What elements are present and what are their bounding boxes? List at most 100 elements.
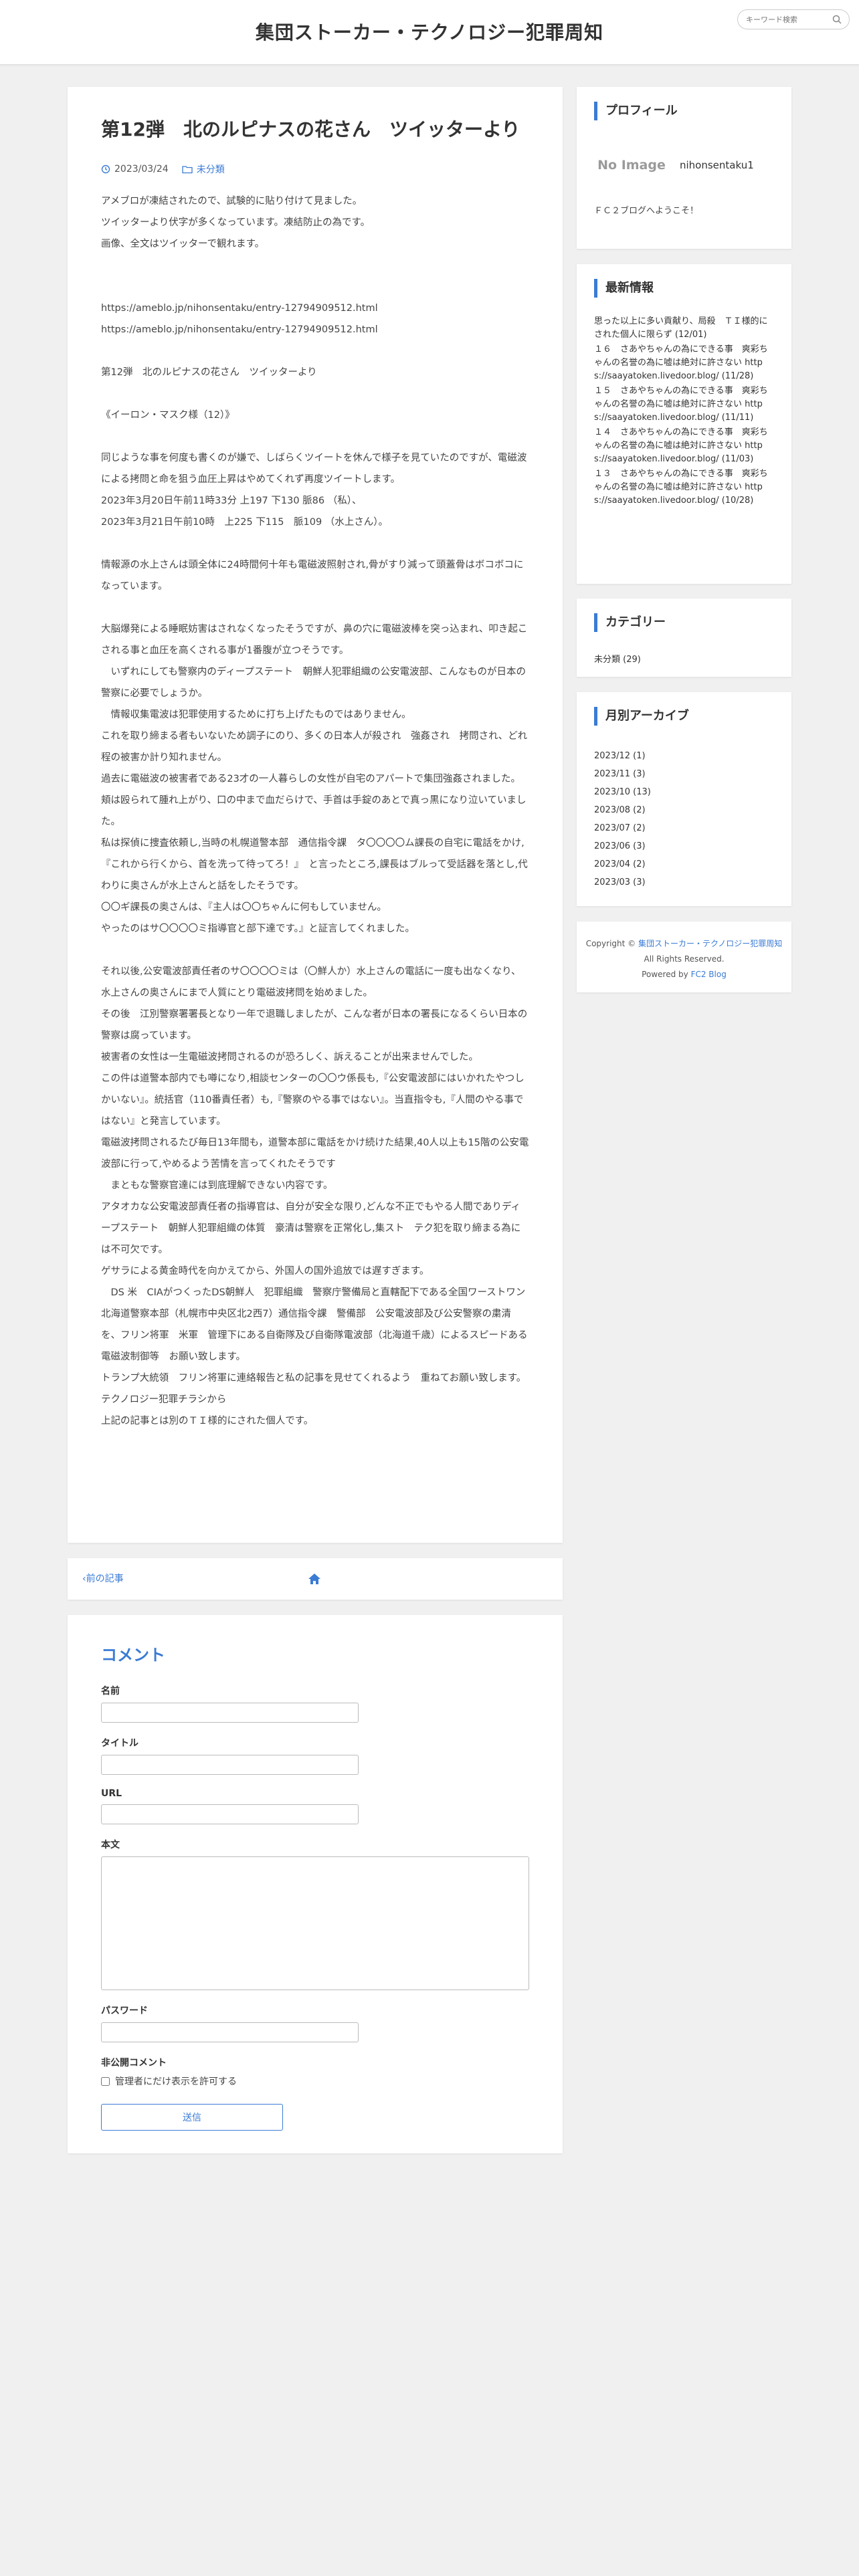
article-paragraph: [101, 340, 529, 362]
article-paragraph: [101, 533, 529, 554]
archive-item[interactable]: 2023/06 (3): [594, 837, 774, 855]
archive-item[interactable]: 2023/07 (2): [594, 819, 774, 837]
article-paragraph: 2023年3月21日午前10時 上225 下115 脈109 （水上さん）。: [101, 517, 389, 528]
copyright-link[interactable]: 集団ストーカー・テクノロジー犯罪周知: [638, 939, 782, 948]
archive-heading: 月別アーカイブ: [594, 707, 774, 726]
title-label: タイトル: [101, 1738, 138, 1749]
archive-item[interactable]: 2023/10 (13): [594, 783, 774, 801]
clock-icon: [101, 165, 110, 174]
search-icon[interactable]: [832, 14, 842, 25]
url-input[interactable]: [101, 1804, 359, 1824]
article-paragraph: ゲサラによる黄金時代を向かえてから、外国人の国外追放では遅すぎます。: [101, 1266, 430, 1277]
article-paragraph: トランプ大統領 フリン将軍に連絡報告と私の記事を見せてくれるよう 重ねてお願い致…: [101, 1373, 527, 1384]
article-body: アメブロが凍結されたので、試験的に貼り付けて見ました。 ツイッターより伏字が多くな…: [101, 191, 529, 1432]
archive-item[interactable]: 2023/03 (3): [594, 873, 774, 891]
secret-row: 管理者にだけ表示を許可する: [101, 2074, 529, 2088]
article-paragraph: 第12弾 北のルピナスの花さん ツイッターより: [101, 367, 317, 379]
profile-heading: プロフィール: [594, 102, 774, 120]
name-input[interactable]: [101, 1703, 359, 1723]
prev-article-link[interactable]: ‹前の記事: [82, 1558, 124, 1600]
archive-list: 2023/12 (1) 2023/11 (3) 2023/10 (13) 202…: [594, 747, 774, 891]
latest-item[interactable]: １６ さあやちゃんの為にできる事 爽彩ちゃんの名誉の為に嘘は絶対に許さない ht…: [594, 343, 774, 383]
article-paragraph: 電磁波拷問されるたび毎日13年間も，道警本部に電話をかけ続けた結果,40人以上も…: [101, 1138, 529, 1170]
article-paragraph: https://ameblo.jp/nihonsentaku/entry-127…: [101, 324, 378, 336]
prev-article-label[interactable]: 前の記事: [86, 1574, 124, 1584]
article-paragraph: 被害者の女性は一生電磁波拷問されるのが恐ろしく、訴えることが出来ませんでした。: [101, 1052, 478, 1063]
rights-text: All Rights Reserved.: [644, 954, 725, 964]
site-header: 集団ストーカー・テクノロジー犯罪周知: [0, 0, 859, 65]
article-paragraph: やったのはサ〇〇〇〇ミ指導官と部下達です。』と証言してくれました。: [101, 924, 415, 935]
category-card: カテゴリー 未分類 (29): [577, 599, 791, 677]
article-paragraph: [101, 940, 529, 961]
latest-list: 思った以上に多い貢献り、局殺 ＴＩ様的にされた個人に限らず (12/01) １６…: [594, 315, 774, 508]
latest-item[interactable]: １３ さあやちゃんの為にできる事 爽彩ちゃんの名誉の為に嘘は絶対に許さない ht…: [594, 467, 774, 508]
home-icon[interactable]: [307, 1572, 322, 1586]
article-paragraph: 画像、全文はツイッターで観れます。: [101, 239, 265, 250]
password-input[interactable]: [101, 2022, 359, 2042]
article-paragraph: [101, 276, 529, 298]
article-paragraph: まともな警察官達には到底理解できない内容です。: [101, 1180, 333, 1192]
latest-item[interactable]: １５ さあやちゃんの為にできる事 爽彩ちゃんの名誉の為に嘘は絶対に許さない ht…: [594, 385, 774, 425]
article-paragraph: https://ameblo.jp/nihonsentaku/entry-127…: [101, 303, 378, 314]
name-label: 名前: [101, 1686, 120, 1697]
search-input[interactable]: [746, 13, 826, 25]
article-paragraph: それ以後,公安電波部責任者のサ〇〇〇〇ミは（〇鮮人か）水上さんの電話に一度も出な…: [101, 966, 521, 999]
latest-item[interactable]: 思った以上に多い貢献り、局殺 ＴＩ様的にされた個人に限らず (12/01): [594, 315, 774, 342]
copyright-prefix: Copyright ©: [585, 939, 636, 948]
article-paragraph: ツイッターより伏字が多くなっています。凍結防止の為です。: [101, 217, 371, 229]
category-item[interactable]: 未分類 (29): [594, 652, 774, 665]
article-paragraph: この件は道警本部内でも噂になり,相談センターの〇〇ウ係長も,『公安電波部にはいか…: [101, 1073, 524, 1128]
site-title[interactable]: 集団ストーカー・テクノロジー犯罪周知: [0, 0, 859, 65]
article-category[interactable]: 未分類: [182, 163, 225, 176]
search-box[interactable]: [737, 9, 850, 29]
submit-button[interactable]: 送信: [101, 2104, 283, 2131]
article-paragraph: これを取り締まる者もいないため調子にのり、多くの日本人が殺され 強姦され 拷問さ…: [101, 731, 528, 764]
article-paragraph: 2023年3月20日午前11時33分 上197 下130 脈86 （私）、: [101, 496, 362, 507]
article-paragraph: 大脳爆発による睡眠妨害はされなくなったそうですが、鼻の穴に電磁波棒を突っ込まれ、…: [101, 624, 528, 657]
article-paragraph: DS 米 CIAがつくったDS朝鮮人 犯罪組織 警察庁警備局と直轄配下である全国…: [101, 1287, 528, 1363]
article-paragraph: アタオカな公安電波部責任者の指導官は、自分が安全な限り,どんな不正でもやる人間で…: [101, 1202, 521, 1256]
secret-label: 非公開コメント: [101, 2058, 167, 2068]
body-label: 本文: [101, 1840, 120, 1850]
article-paragraph: アメブロが凍結されたので、試験的に貼り付けて見ました。: [101, 196, 363, 207]
article-paragraph: 同じような事を何度も書くのが嫌で、しばらくツイートを休んで様子を見ていたのですが…: [101, 453, 527, 486]
article-title: 第12弾 北のルピナスの花さん ツイッターより: [101, 118, 520, 140]
profile-card: プロフィール No Image nihonsentaku1 ＦＣ２ブログへようこ…: [577, 87, 791, 249]
archive-item[interactable]: 2023/11 (3): [594, 765, 774, 783]
article-meta: 2023/03/24 未分類: [101, 163, 529, 176]
article-paragraph: いずれにしても警察内のディープステート 朝鮮人犯罪組織の公安電波部、こんなものが…: [101, 667, 526, 700]
article-paragraph: 過去に電磁波の被害者である23才の一人暮らしの女性が自宅のアパートで集団強姦され…: [101, 774, 521, 785]
archive-card: 月別アーカイブ 2023/12 (1) 2023/11 (3) 2023/10 …: [577, 692, 791, 906]
pager: ‹前の記事: [68, 1558, 563, 1600]
article-date: 2023/03/24: [114, 164, 169, 175]
password-label: パスワード: [101, 2006, 148, 2016]
body-textarea[interactable]: [101, 1856, 529, 1990]
article-paragraph: 頬は殴られて腫れ上がり、口の中まで血だらけで、手首は手錠のあとで真っ黒になり泣い…: [101, 795, 527, 828]
secret-option-label[interactable]: 管理者にだけ表示を許可する: [115, 2074, 237, 2088]
title-input[interactable]: [101, 1755, 359, 1775]
article-paragraph: [101, 597, 529, 619]
article-paragraph: その後 江別警察署署長となり一年で退職しましたが、こんな者が日本の署長になるくら…: [101, 1009, 528, 1042]
comment-heading: コメント: [101, 1646, 165, 1665]
article-paragraph: [101, 255, 529, 276]
secret-checkbox[interactable]: [101, 2076, 110, 2086]
archive-item[interactable]: 2023/12 (1): [594, 747, 774, 765]
article-paragraph: テクノロジー犯罪チラシから: [101, 1394, 227, 1406]
latest-item[interactable]: １４ さあやちゃんの為にできる事 爽彩ちゃんの名誉の為に嘘は絶対に許さない ht…: [594, 426, 774, 466]
powered-link[interactable]: FC2 Blog: [691, 970, 727, 979]
article-paragraph: 情報源の水上さんは頭全体に24時間何十年も電磁波照射され,骨がすり減って頭蓋骨は…: [101, 560, 524, 593]
article-paragraph: 《イーロン・マスク様（12）》: [101, 410, 235, 421]
folder-icon: [182, 166, 193, 174]
article-paragraph: 〇〇ギ課長の奥さんは、『主人は〇〇ちゃんに何もしていません。: [101, 902, 387, 914]
comment-form: コメント 名前 タイトル URL 本文 パスワード 非公開コメント 管理者にだけ…: [68, 1615, 563, 2153]
article-paragraph: 私は探偵に捜査依頼し,当時の札幌道警本部 通信指令課 タ〇〇〇〇ム課長の自宅に電…: [101, 838, 528, 892]
url-label: URL: [101, 1788, 122, 1799]
archive-item[interactable]: 2023/04 (2): [594, 855, 774, 873]
username: nihonsentaku1: [680, 159, 754, 171]
archive-item[interactable]: 2023/08 (2): [594, 801, 774, 819]
article-paragraph: 上記の記事とは別のＴＩ様的にされた個人です。: [101, 1416, 314, 1427]
category-heading: カテゴリー: [594, 613, 774, 632]
powered-prefix: Powered by: [642, 970, 688, 979]
avatar: No Image: [597, 158, 666, 173]
article-category-label[interactable]: 未分類: [197, 163, 225, 176]
